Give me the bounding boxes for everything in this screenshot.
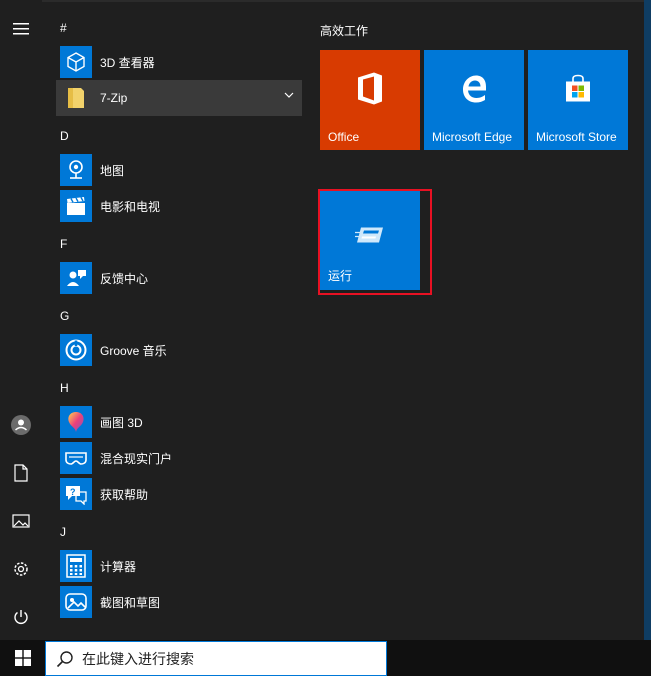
app-3d-viewer[interactable]: 3D 查看器: [56, 44, 302, 80]
section-header-hash[interactable]: #: [60, 18, 67, 38]
power-icon[interactable]: [0, 596, 42, 638]
settings-icon[interactable]: [0, 548, 42, 590]
run-icon: [355, 224, 385, 249]
desktop-edge: [644, 0, 651, 640]
tile-label: 运行: [328, 269, 353, 283]
tile-microsoft-edge[interactable]: Microsoft Edge: [424, 50, 524, 150]
user-icon[interactable]: [0, 404, 42, 446]
section-header-g[interactable]: G: [60, 306, 69, 326]
tile-label: Microsoft Edge: [432, 130, 513, 144]
documents-icon[interactable]: [0, 452, 42, 494]
search-icon: [56, 650, 73, 667]
maps-icon: [60, 154, 92, 186]
app-label: 计算器: [100, 559, 137, 574]
paint3d-icon: [60, 406, 92, 438]
start-button[interactable]: [0, 640, 45, 676]
tile-label: Office: [328, 130, 360, 144]
tile-run[interactable]: 运行: [320, 190, 420, 290]
tile-office[interactable]: Office: [320, 50, 420, 150]
app-calculator[interactable]: 计算器: [56, 548, 302, 584]
3d-viewer-icon: [60, 46, 92, 78]
svg-text:?: ?: [70, 487, 76, 497]
edge-icon: [459, 74, 489, 107]
search-placeholder: 在此键入进行搜索: [82, 650, 194, 667]
tile-label: Microsoft Store: [536, 130, 617, 144]
help-icon: ?: [60, 478, 92, 510]
app-snip-sketch[interactable]: 截图和草图: [56, 584, 302, 620]
app-label: 画图 3D: [100, 415, 143, 430]
app-paint-3d[interactable]: 画图 3D: [56, 404, 302, 440]
office-icon: [355, 72, 385, 109]
store-icon: [563, 74, 593, 107]
app-label: 地图: [100, 163, 125, 178]
calculator-icon: [60, 550, 92, 582]
app-list: # 3D 查看器 7-Zip D 地图 电影和电视 F 反馈中心 G Groov…: [42, 0, 302, 640]
taskbar: 在此键入进行搜索: [0, 640, 651, 676]
app-label: 混合现实门户: [100, 451, 173, 466]
app-label: 3D 查看器: [100, 55, 155, 70]
folder-icon: [60, 82, 92, 114]
app-label: Groove 音乐: [100, 343, 167, 358]
groove-icon: [60, 334, 92, 366]
app-7zip-folder[interactable]: 7-Zip: [56, 80, 302, 116]
windows-logo-icon: [14, 650, 31, 666]
section-header-f[interactable]: F: [60, 234, 67, 254]
pictures-icon[interactable]: [0, 500, 42, 542]
app-label: 获取帮助: [100, 487, 149, 502]
app-label: 7-Zip: [100, 91, 128, 105]
app-label: 反馈中心: [100, 271, 149, 286]
app-feedback-hub[interactable]: 反馈中心: [56, 260, 302, 296]
feedback-icon: [60, 262, 92, 294]
search-box[interactable]: 在此键入进行搜索: [45, 641, 387, 676]
snip-sketch-icon: [60, 586, 92, 618]
mixed-reality-icon: [60, 442, 92, 474]
section-header-j[interactable]: J: [60, 522, 66, 542]
app-label: 截图和草图: [100, 595, 161, 610]
app-groove-music[interactable]: Groove 音乐: [56, 332, 302, 368]
app-get-help[interactable]: ? 获取帮助: [56, 476, 302, 512]
tile-microsoft-store[interactable]: Microsoft Store: [528, 50, 628, 150]
app-label: 电影和电视: [100, 199, 161, 214]
section-header-d[interactable]: D: [60, 126, 69, 146]
start-left-rail: [0, 0, 42, 640]
app-maps[interactable]: 地图: [56, 152, 302, 188]
chevron-down-icon[interactable]: [284, 92, 294, 98]
tiles-panel: 高效工作 Office Microsoft Edge Microsoft Sto…: [302, 0, 644, 640]
menu-icon[interactable]: [0, 8, 42, 50]
movies-icon: [60, 190, 92, 222]
app-movies-tv[interactable]: 电影和电视: [56, 188, 302, 224]
section-header-h[interactable]: H: [60, 378, 69, 398]
tile-group-title[interactable]: 高效工作: [320, 22, 368, 39]
app-mixed-reality-portal[interactable]: 混合现实门户: [56, 440, 302, 476]
